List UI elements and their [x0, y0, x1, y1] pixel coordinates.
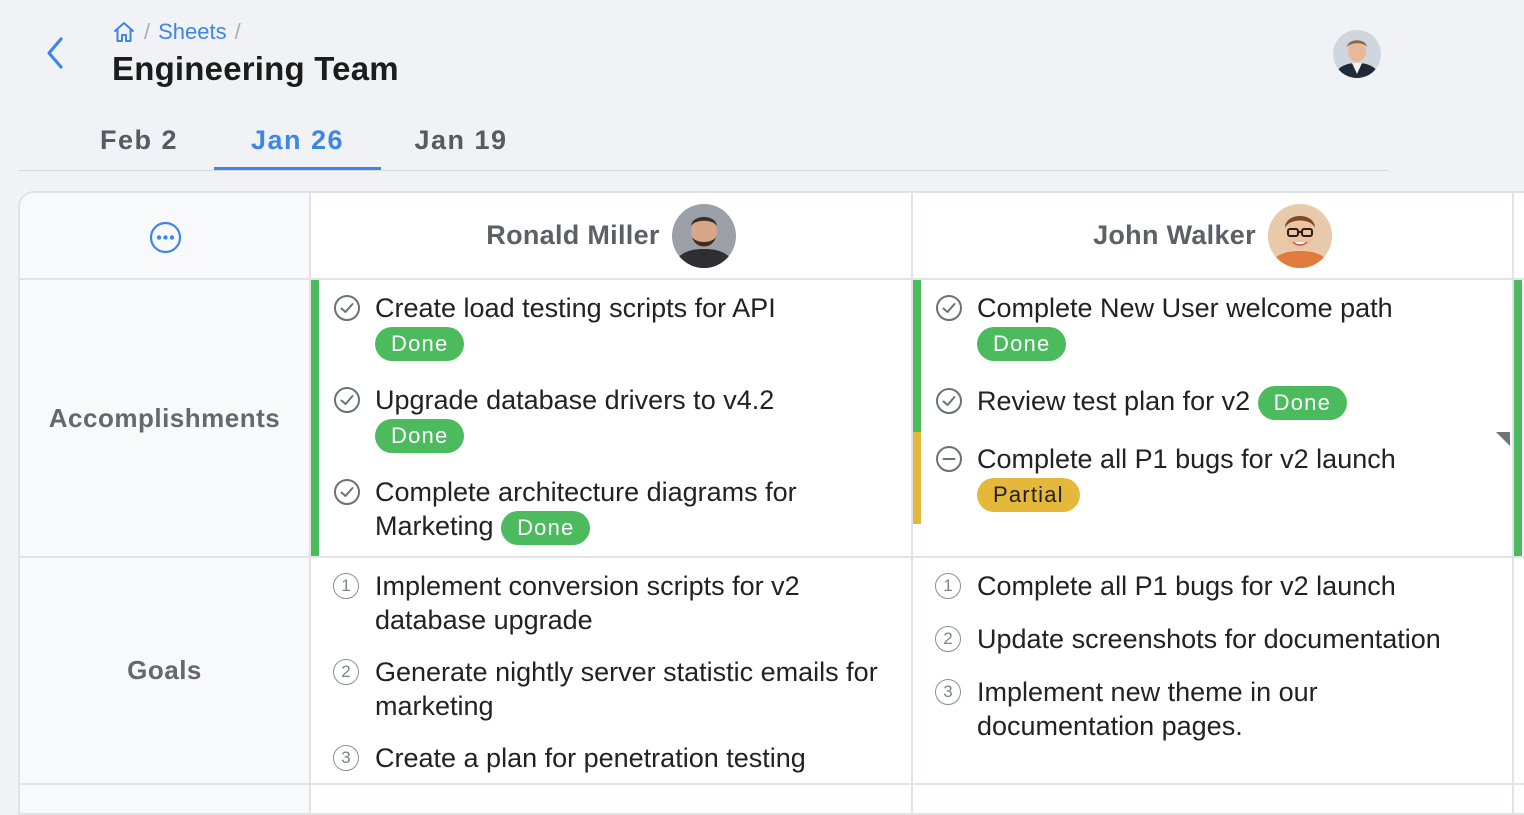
- comment-indicator[interactable]: [1496, 432, 1510, 446]
- status-badge: Done: [501, 510, 591, 545]
- item-text: Create a plan for penetration testing: [375, 743, 806, 773]
- status-badge: Done: [375, 326, 465, 361]
- item-text: Upgrade database drivers to v4.2: [375, 385, 775, 415]
- number-circle-icon: 2: [333, 659, 359, 685]
- goal-item[interactable]: 1 Complete all P1 bugs for v2 launch: [935, 569, 1507, 603]
- breadcrumb-separator: /: [144, 19, 151, 44]
- number-circle-icon: 3: [333, 745, 359, 771]
- number-circle-icon: 2: [935, 626, 961, 652]
- accomplishment-item[interactable]: Review test plan for v2 Done: [935, 384, 1497, 420]
- goal-item[interactable]: 1 Implement conversion scripts for v2 da…: [333, 569, 885, 637]
- item-text: Generate nightly server statistic emails…: [375, 657, 878, 721]
- more-horizontal-icon: [149, 221, 182, 254]
- item-text: Implement conversion scripts for v2 data…: [375, 571, 800, 635]
- accomplishment-item[interactable]: Upgrade database drivers to v4.2 Done: [333, 383, 895, 453]
- person-name: John Walker: [1093, 220, 1256, 250]
- item-text: Complete New User welcome path: [977, 293, 1393, 323]
- number-circle-icon: 1: [935, 573, 961, 599]
- number-circle-icon: 1: [333, 573, 359, 599]
- user-avatar[interactable]: [1333, 30, 1381, 78]
- check-circle-icon: [936, 388, 962, 414]
- page-title: Engineering Team: [112, 50, 399, 87]
- goal-item[interactable]: 3 Create a plan for penetration testing: [333, 741, 885, 775]
- breadcrumb-sheets[interactable]: Sheets: [158, 19, 227, 45]
- check-circle-icon: [334, 387, 360, 413]
- avatar: [1267, 203, 1332, 268]
- tab-jan-26[interactable]: Jan 26: [214, 112, 381, 170]
- home-icon: [114, 22, 134, 42]
- status-badge: Done: [1257, 385, 1348, 420]
- status-bar-done: [913, 280, 921, 432]
- accomplishment-item[interactable]: Complete New User welcome path Done: [935, 291, 1497, 361]
- avatar: [671, 203, 736, 268]
- chevron-left-icon: [47, 37, 63, 69]
- row-label-goals: Goals: [127, 655, 202, 685]
- status-badge: Done: [375, 418, 465, 453]
- minus-circle-icon: [936, 446, 962, 472]
- goal-item[interactable]: 2 Generate nightly server statistic emai…: [333, 655, 885, 723]
- check-circle-icon: [936, 295, 962, 321]
- status-badge: Done: [977, 326, 1067, 361]
- person-header-john[interactable]: John Walker: [913, 193, 1512, 278]
- goal-item[interactable]: 3 Implement new theme in our documentati…: [935, 675, 1377, 743]
- report-sheet: Ronald Miller John Walker Accomplishment…: [18, 191, 1524, 815]
- status-badge: Partial: [977, 477, 1080, 512]
- breadcrumb: / Sheets /: [112, 18, 249, 46]
- status-bar-done: [311, 280, 319, 556]
- breadcrumb-home[interactable]: [112, 20, 136, 44]
- item-text: Review test plan for v2: [977, 386, 1251, 416]
- goal-item[interactable]: 2 Update screenshots for documentation: [935, 622, 1507, 656]
- check-circle-icon: [334, 479, 360, 505]
- status-bar-partial: [913, 432, 921, 524]
- accomplishment-item[interactable]: Complete architecture diagrams for Marke…: [333, 475, 855, 545]
- breadcrumb-separator: /: [234, 19, 241, 44]
- status-bar-done: [1514, 280, 1522, 556]
- row-label-column: [20, 193, 311, 813]
- row-divider: [20, 556, 1524, 558]
- number-circle-icon: 3: [935, 679, 961, 705]
- accomplishment-item[interactable]: Create load testing scripts for API Done: [333, 291, 895, 361]
- person-header-ronald[interactable]: Ronald Miller: [311, 193, 911, 278]
- tab-jan-19[interactable]: Jan 19: [396, 112, 526, 170]
- row-label-accomplishments: Accomplishments: [48, 403, 281, 433]
- tab-feb-2[interactable]: Feb 2: [82, 112, 196, 170]
- more-options-button[interactable]: [149, 221, 182, 254]
- back-button[interactable]: [38, 36, 72, 70]
- item-text: Complete all P1 bugs for v2 launch: [977, 571, 1396, 601]
- item-text: Create load testing scripts for API: [375, 293, 776, 323]
- item-text: Update screenshots for documentation: [977, 624, 1441, 654]
- row-divider: [20, 783, 1524, 785]
- item-text: Complete all P1 bugs for v2 launch: [977, 444, 1396, 474]
- item-text: Implement new theme in our documentation…: [977, 677, 1318, 741]
- accomplishment-item[interactable]: Complete all P1 bugs for v2 launch Partia…: [935, 442, 1497, 512]
- date-tabs: Feb 2 Jan 26 Jan 19: [18, 112, 1389, 171]
- check-circle-icon: [334, 295, 360, 321]
- person-name: Ronald Miller: [486, 220, 660, 250]
